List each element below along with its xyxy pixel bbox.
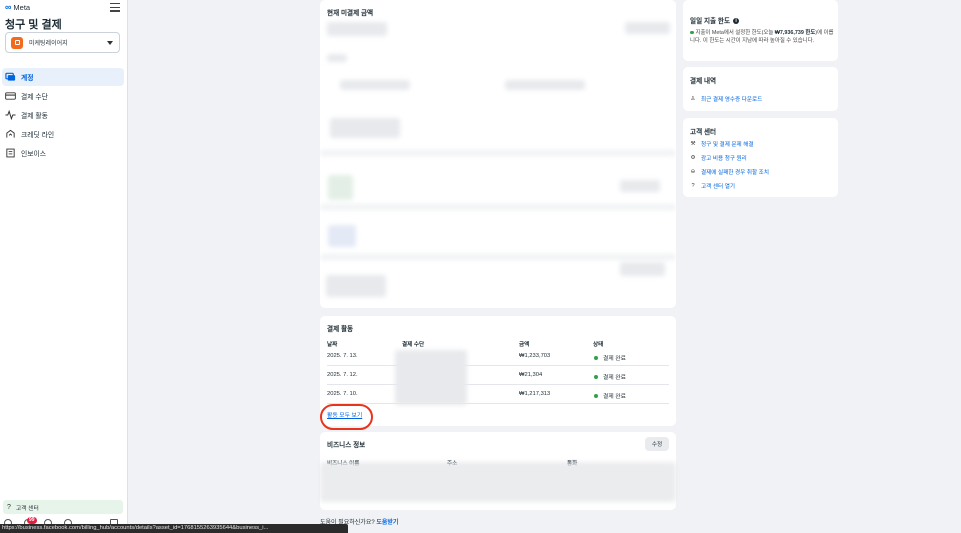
get-help-link[interactable]: 도움받기: [376, 520, 398, 526]
redacted-content: [320, 462, 676, 502]
gear-icon: ⚙: [690, 155, 696, 161]
menu-icon[interactable]: [110, 3, 120, 12]
sidebar-item-payment-activity[interactable]: 결제 활동: [2, 106, 124, 124]
wrench-icon: ⚒: [690, 141, 696, 147]
ad-charges-link[interactable]: ⚙ 광고 비용 청구 원리: [689, 154, 746, 162]
redacted-content: [328, 175, 353, 200]
help-center-card: 고객 센터 ⚒ 청구 및 결제 문제 해결 ⚙ 광고 비용 청구 원리 ⊖ 결제에 실…: [683, 118, 838, 197]
sidebar-item-label: 결제 활동: [21, 113, 48, 120]
highlight-annotation: [320, 404, 373, 430]
sidebar-nav: 계정 결제 수단 결제 활동 크레딧 라인 인보이스: [0, 68, 128, 163]
row-status: 결제 완료: [594, 353, 626, 362]
payment-activity-card: 결제 활동 날짜 결제 수단 금액 상태 2025. 7. 13. ₩1,233…: [320, 316, 676, 426]
redacted-content: [330, 118, 400, 138]
page-title: 청구 및 결제: [5, 19, 62, 31]
redacted-content: [327, 22, 387, 36]
account-logo-icon: [11, 36, 23, 49]
sidebar-item-credit-line[interactable]: 크레딧 라인: [2, 125, 124, 143]
question-icon: ?: [691, 183, 695, 189]
credit-line-icon: [5, 129, 16, 139]
account-name: 미케팅레이어지: [29, 41, 68, 47]
sidebar-item-payment-methods[interactable]: 결제 수단: [2, 87, 124, 105]
row-amount: ₩1,217,313: [519, 391, 551, 397]
help-center-title: 고객 센터: [690, 129, 717, 136]
sidebar-item-label: 크레딧 라인: [21, 132, 55, 139]
question-icon: ?: [7, 503, 11, 511]
help-center-button[interactable]: ? 고객 센터: [3, 500, 123, 514]
billing-history-title: 결제 내역: [690, 78, 717, 85]
notification-badge: 99: [27, 517, 37, 524]
table-row[interactable]: 2025. 7. 13. ₩1,233,703 결제 완료: [327, 347, 669, 366]
daily-limit-description: 지출이 Meta에서 설정한 한도(오늘 ₩7,936,739 한도)에 이릅니…: [690, 30, 834, 44]
row-status: 결제 완료: [594, 372, 626, 381]
redacted-content: [320, 150, 676, 156]
table-row[interactable]: 2025. 7. 10. ₩1,217,313 결제 완료: [327, 385, 669, 404]
status-dot-icon: [690, 30, 694, 35]
table-row[interactable]: 2025. 7. 12. ₩21,304 결제 완료: [327, 366, 669, 385]
status-dot-icon: [594, 375, 598, 380]
redacted-content: [340, 80, 410, 90]
row-amount: ₩21,304: [519, 372, 543, 378]
row-amount: ₩1,233,703: [519, 353, 551, 359]
daily-limit-title: 일일 지출 한도 i: [690, 15, 740, 25]
business-info-card: 비즈니스 정보 수정 비즈니스 이름 주소 통화: [320, 432, 676, 510]
open-help-center-link[interactable]: ? 고객 센터 열기: [689, 182, 735, 190]
sidebar-item-label: 계정: [21, 75, 34, 82]
row-date: 2025. 7. 12.: [327, 372, 358, 378]
status-dot-icon: [594, 356, 598, 361]
invoice-icon: [5, 148, 16, 158]
daily-spending-limit-card: 일일 지출 한도 i 지출이 Meta에서 설정한 한도(오늘 ₩7,936,73…: [683, 0, 838, 61]
outstanding-balance-title: 현재 미결제 금액: [327, 10, 374, 17]
redacted-content: [320, 204, 676, 210]
redacted-content: [620, 180, 660, 192]
troubleshoot-billing-link[interactable]: ⚒ 청구 및 결제 문제 해결: [689, 140, 753, 148]
redacted-content: [328, 225, 356, 247]
redacted-content: [395, 350, 467, 405]
minus-circle-icon: ⊖: [690, 169, 696, 175]
sidebar-item-invoices[interactable]: 인보이스: [2, 144, 124, 162]
redacted-content: [326, 275, 386, 297]
sidebar-item-label: 인보이스: [21, 151, 47, 158]
redacted-content: [327, 54, 347, 62]
sidebar-item-label: 결제 수단: [21, 94, 48, 101]
info-icon[interactable]: i: [733, 18, 740, 25]
payment-activity-title: 결제 활동: [327, 326, 354, 333]
business-info-title: 비즈니스 정보: [327, 442, 366, 449]
sidebar-item-account[interactable]: 계정: [2, 68, 124, 86]
sidebar: ∞ Meta 청구 및 결제 미케팅레이어지 계정 결제 수단 결제 활동 크레…: [0, 0, 128, 533]
failed-payment-link[interactable]: ⊖ 결제에 실패한 경우 취할 조치: [689, 168, 769, 176]
billing-history-card: 결제 내역 ♙ 최근 결제 영수증 다운로드: [683, 67, 838, 111]
row-status: 결제 완료: [594, 391, 626, 400]
row-date: 2025. 7. 13.: [327, 353, 358, 359]
meta-brand-text: Meta: [13, 3, 31, 12]
account-icon: [5, 72, 16, 82]
download-receipt-link[interactable]: ♙ 최근 결제 영수증 다운로드: [689, 95, 762, 103]
redacted-content: [625, 22, 670, 34]
redacted-content: [320, 254, 676, 260]
activity-icon: [5, 110, 16, 120]
account-selector[interactable]: 미케팅레이어지: [5, 32, 120, 53]
redacted-content: [505, 80, 585, 90]
row-date: 2025. 7. 10.: [327, 391, 358, 397]
status-bar-url: https://business.facebook.com/billing_hu…: [0, 524, 348, 533]
edit-button[interactable]: 수정: [645, 437, 669, 451]
chevron-down-icon: [107, 41, 113, 45]
status-dot-icon: [594, 394, 598, 399]
meta-infinity-icon: ∞: [5, 2, 12, 12]
help-center-label: 고객 센터: [15, 505, 39, 512]
credit-card-icon: [5, 91, 16, 101]
meta-logo[interactable]: ∞ Meta: [5, 2, 31, 13]
redacted-content: [620, 262, 665, 276]
document-icon: ♙: [690, 96, 696, 102]
outstanding-balance-card: 현재 미결제 금액: [320, 0, 676, 308]
